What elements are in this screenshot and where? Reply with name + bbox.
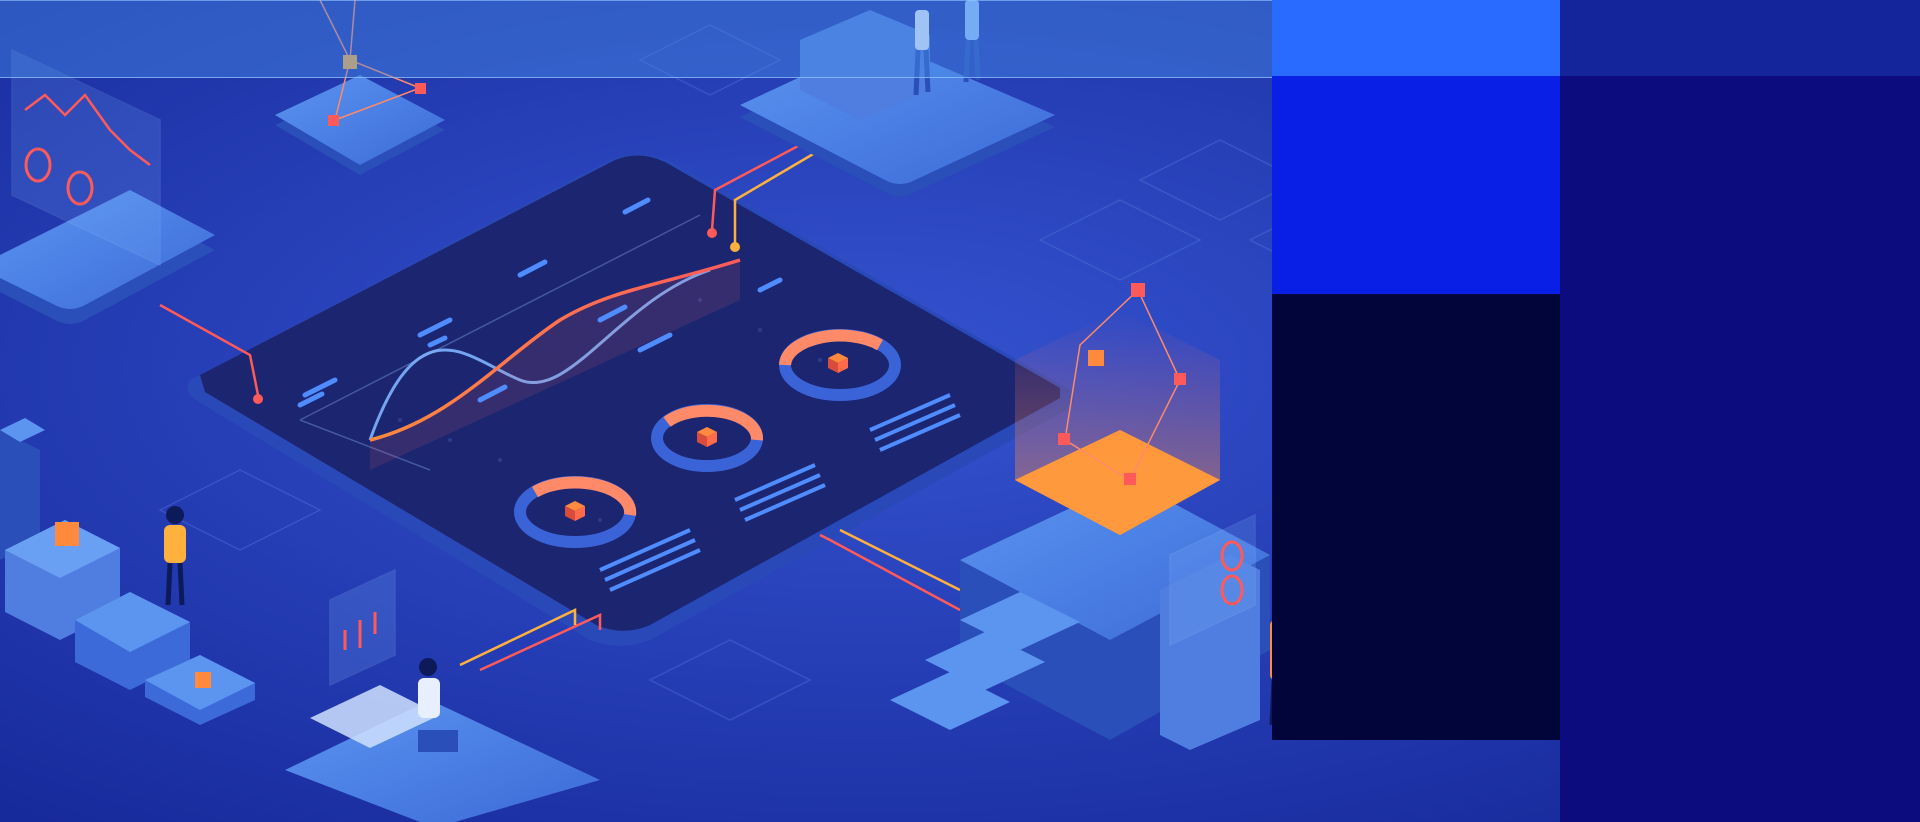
right-dark-panel <box>1560 76 1920 822</box>
bright-blue-block <box>1272 0 1560 76</box>
dark-block <box>1272 294 1560 740</box>
cube-icon <box>1124 473 1136 485</box>
cube-icon <box>1088 350 1104 366</box>
right-panel-top <box>1560 0 1920 76</box>
cube-icon <box>1131 283 1145 297</box>
cube-icon <box>1174 373 1186 385</box>
cube-icon <box>195 672 211 688</box>
cube-icon <box>1058 433 1070 445</box>
blue-block <box>1272 76 1560 294</box>
cube-icon <box>328 115 339 126</box>
cube-icon <box>55 522 79 546</box>
cube-icon <box>415 83 426 94</box>
